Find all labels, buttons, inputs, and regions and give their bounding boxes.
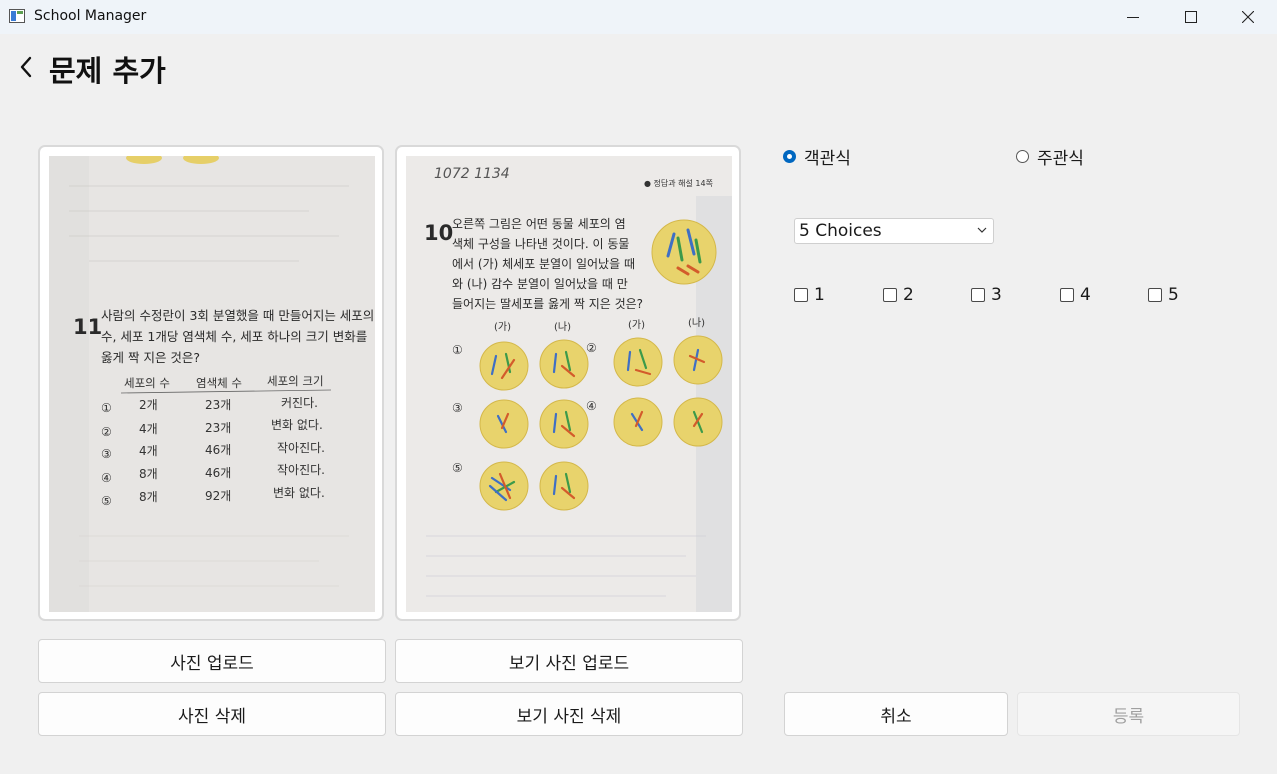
choice-photo: 1072 1134 ● 정답과 해설 14쪽 10 오른쪽 그림은 어떤 동물 … — [406, 156, 732, 612]
row-cell: 8개 — [139, 490, 158, 504]
answer-checkbox-4[interactable]: 4 — [1060, 284, 1091, 306]
radio-multiple-choice[interactable]: 객관식 — [783, 145, 851, 169]
row-cell: 변화 없다. — [273, 486, 325, 500]
row-cell: 커진다. — [281, 396, 318, 410]
table-header: 염색체 수 — [196, 376, 242, 390]
answer-checkbox-2[interactable]: 2 — [883, 284, 914, 306]
answer-checkbox-3[interactable]: 3 — [971, 284, 1002, 306]
answer-checkbox-1[interactable]: 1 — [794, 284, 825, 306]
title-bar: School Manager — [0, 0, 1277, 34]
choice-numeral: ① — [452, 343, 463, 357]
answer-page-note: ● 정답과 해설 14쪽 — [644, 178, 713, 188]
question-line: 색체 구성을 나타낸 것이다. 이 동물 — [452, 237, 629, 251]
table-header: 세포의 수 — [124, 376, 170, 390]
choice-numeral: ④ — [586, 399, 597, 413]
question-line: 와 (나) 감수 분열이 일어났을 때 만 — [452, 277, 628, 291]
maximize-icon — [1185, 11, 1197, 23]
question-number: 11 — [73, 315, 102, 339]
row-numeral: ③ — [101, 447, 112, 461]
row-cell: 작아진다. — [277, 441, 325, 455]
row-cell: 92개 — [205, 489, 231, 503]
checkbox-label: 5 — [1168, 285, 1179, 305]
upload-photo-button[interactable]: 사진 업로드 — [38, 639, 386, 683]
row-cell: 4개 — [139, 444, 158, 458]
question-photo-frame[interactable]: 11 사람의 수정란이 3회 분열했을 때 만들어지는 세포의 수, 세포 1개… — [38, 145, 384, 621]
checkbox-icon — [794, 288, 808, 302]
choice-numeral: ② — [586, 341, 597, 355]
choice-label: (가) — [494, 321, 511, 333]
radio-label: 객관식 — [804, 148, 851, 169]
minimize-button[interactable] — [1104, 0, 1162, 34]
checkbox-icon — [883, 288, 897, 302]
close-icon — [1242, 11, 1254, 23]
row-numeral: ⑤ — [101, 494, 112, 508]
table-header: 세포의 크기 — [267, 374, 324, 388]
row-numeral: ④ — [101, 471, 112, 485]
choice-label: (나) — [688, 317, 705, 329]
choice-photo-frame[interactable]: 1072 1134 ● 정답과 해설 14쪽 10 오른쪽 그림은 어떤 동물 … — [395, 145, 741, 621]
row-numeral: ① — [101, 401, 112, 415]
row-cell: 23개 — [205, 421, 231, 435]
answer-checkbox-5[interactable]: 5 — [1148, 284, 1179, 306]
page-title: 문제 추가 — [49, 54, 166, 88]
close-button[interactable] — [1219, 0, 1277, 34]
select-value: 5 Choices — [799, 221, 882, 241]
row-cell: 변화 없다. — [271, 418, 323, 432]
checkbox-icon — [971, 288, 985, 302]
question-line: 수, 세포 1개당 염색체 수, 세포 하나의 크기 변화를 — [101, 329, 367, 344]
choice-label: (가) — [628, 319, 645, 331]
minimize-icon — [1127, 17, 1139, 18]
question-line: 사람의 수정란이 3회 분열했을 때 만들어지는 세포의 — [101, 308, 374, 323]
cancel-button[interactable]: 취소 — [784, 692, 1008, 736]
question-line: 에서 (가) 체세포 분열이 일어났을 때 — [452, 257, 635, 271]
question-photo: 11 사람의 수정란이 3회 분열했을 때 만들어지는 세포의 수, 세포 1개… — [49, 156, 375, 612]
checkbox-icon — [1060, 288, 1074, 302]
row-cell: 23개 — [205, 398, 231, 412]
checkbox-icon — [1148, 288, 1162, 302]
choice-label: (나) — [554, 321, 571, 333]
question-line: 옳게 짝 지은 것은? — [101, 350, 200, 365]
radio-checked-icon — [783, 149, 796, 163]
choice-numeral: ③ — [452, 401, 463, 415]
radio-label: 주관식 — [1037, 148, 1084, 169]
row-cell: 46개 — [205, 466, 231, 480]
chevron-left-icon — [20, 56, 32, 78]
window-title: School Manager — [34, 8, 147, 24]
row-cell: 8개 — [139, 467, 158, 481]
row-cell: 2개 — [139, 398, 158, 412]
row-numeral: ② — [101, 425, 112, 439]
chevron-down-icon — [977, 227, 987, 233]
delete-photo-button[interactable]: 사진 삭제 — [38, 692, 386, 736]
row-cell: 4개 — [139, 422, 158, 436]
checkbox-label: 4 — [1080, 285, 1091, 305]
row-cell: 46개 — [205, 443, 231, 457]
choice-numeral: ⑤ — [452, 461, 463, 475]
back-button[interactable] — [16, 52, 36, 82]
radio-subjective[interactable]: 주관식 — [1016, 145, 1084, 169]
checkbox-label: 2 — [903, 285, 914, 305]
register-button[interactable]: 등록 — [1017, 692, 1240, 736]
checkbox-label: 1 — [814, 285, 825, 305]
checkbox-label: 3 — [991, 285, 1002, 305]
app-icon — [9, 9, 25, 23]
delete-choice-photo-button[interactable]: 보기 사진 삭제 — [395, 692, 743, 736]
maximize-button[interactable] — [1162, 0, 1220, 34]
radio-unchecked-icon — [1016, 149, 1029, 163]
choice-count-select[interactable]: 5 Choices — [794, 218, 994, 244]
question-line: 들어지는 딸세포를 옳게 짝 지은 것은? — [452, 297, 643, 311]
upload-choice-photo-button[interactable]: 보기 사진 업로드 — [395, 639, 743, 683]
question-number: 10 — [424, 221, 453, 245]
question-line: 오른쪽 그림은 어떤 동물 세포의 염 — [452, 217, 626, 231]
row-cell: 작아진다. — [277, 463, 325, 477]
handwriting: 1072 1134 — [434, 166, 510, 182]
